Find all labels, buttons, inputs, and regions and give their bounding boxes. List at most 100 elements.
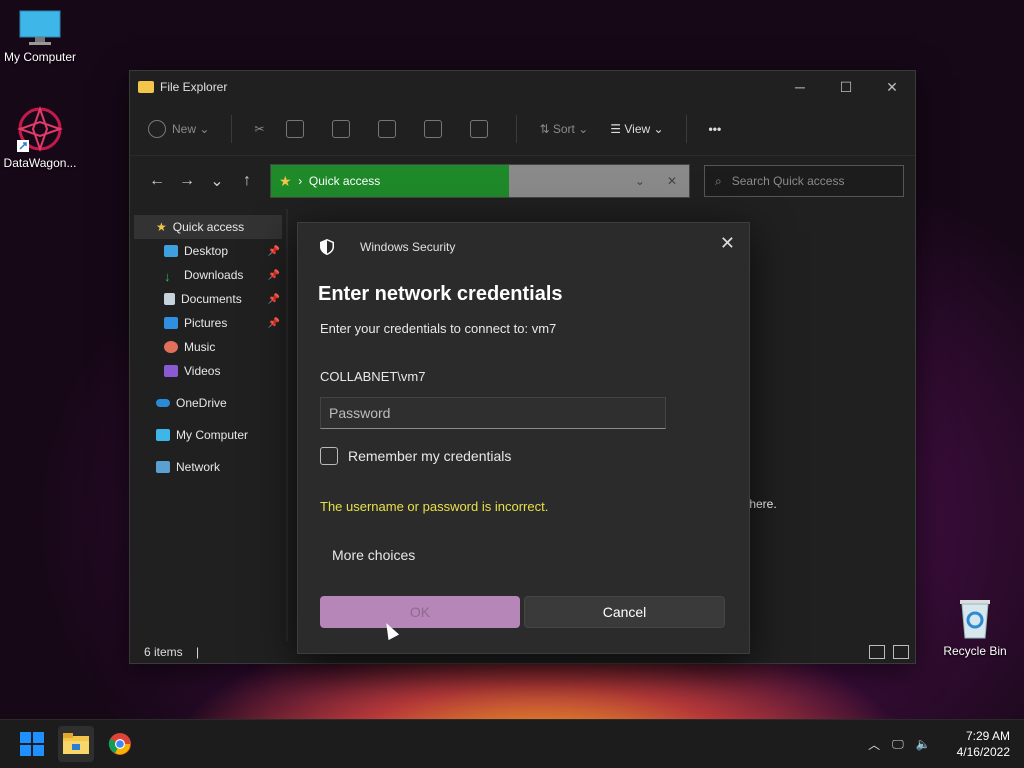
nav-item-music[interactable]: Music: [130, 335, 286, 359]
desktop-icon-recycle-bin[interactable]: Recycle Bin: [935, 598, 1015, 658]
nav-item-network[interactable]: Network: [130, 455, 286, 479]
nav-label: My Computer: [176, 428, 249, 442]
chrome-icon: [108, 733, 131, 755]
pin-icon: 📌: [267, 293, 280, 305]
nav-label: Music: [184, 340, 216, 354]
nav-label: Quick access: [172, 220, 245, 234]
desktop-icon-my-computer[interactable]: My Computer: [0, 10, 80, 64]
desktop-icon-datawagon[interactable]: DataWagon...: [0, 105, 80, 170]
pin-icon: 📌: [267, 245, 280, 257]
network-status-icon[interactable]: 🖵: [892, 737, 904, 752]
pin-icon: 📌: [267, 269, 280, 281]
monitor-icon: [19, 10, 61, 46]
nav-item-videos[interactable]: Videos: [130, 359, 286, 383]
more-options-button[interactable]: •••: [709, 122, 722, 136]
sort-button[interactable]: ⇅ Sort ⌄: [539, 122, 588, 136]
close-window-button[interactable]: ✕: [869, 71, 915, 103]
nav-item-downloads[interactable]: ↓ Downloads 📌: [130, 263, 286, 287]
taskbar: ︿ 🖵 🔈 7:29 AM 4/16/2022: [0, 719, 1024, 768]
navigation-bar: ← → ⌄ ↑ ★ › Quick access ⌄ ✕ ⌕ Search Qu…: [130, 155, 915, 206]
desktop-icon-label: My Computer: [3, 50, 77, 64]
network-icon: [156, 461, 170, 473]
nav-item-pictures[interactable]: Pictures 📌: [130, 311, 286, 335]
username-label: COLLABNET\vm7: [320, 369, 426, 384]
ok-button[interactable]: OK: [320, 596, 520, 628]
shield-icon: [320, 239, 334, 255]
nav-label: Documents: [181, 292, 242, 306]
view-icon: ☰: [610, 122, 625, 136]
share-button[interactable]: [424, 120, 448, 138]
cut-button[interactable]: ✂: [254, 122, 264, 136]
windows-security-dialog: Windows Security ✕ Enter network credent…: [297, 222, 750, 654]
dialog-app-name: Windows Security: [360, 240, 456, 254]
address-dropdown-icon[interactable]: ⌄: [635, 174, 645, 188]
nav-label: Pictures: [184, 316, 228, 330]
monitor-icon: [156, 429, 170, 441]
download-icon: ↓: [164, 269, 171, 284]
view-button[interactable]: ☰ View ⌄: [610, 122, 663, 136]
search-placeholder: Search Quick access: [731, 174, 845, 188]
copy-button[interactable]: [286, 120, 310, 138]
more-options-label: •••: [708, 122, 722, 136]
share-icon: [424, 120, 443, 138]
chevron-up-icon[interactable]: ︿: [868, 736, 880, 753]
more-choices-link[interactable]: More choices: [332, 547, 415, 563]
scissors-icon: ✂: [254, 122, 265, 136]
system-tray: ︿ 🖵 🔈 7:29 AM 4/16/2022: [868, 728, 1010, 760]
search-icon: ⌕: [715, 173, 732, 188]
delete-button[interactable]: [470, 120, 494, 138]
nav-item-documents[interactable]: Documents 📌: [130, 287, 286, 311]
cancel-button[interactable]: Cancel: [524, 596, 725, 628]
trash-icon: [470, 120, 489, 138]
maximize-button[interactable]: ☐: [823, 71, 869, 103]
new-label: New: [172, 122, 197, 136]
star-icon: ★: [279, 172, 292, 189]
taskbar-file-explorer[interactable]: [58, 726, 94, 762]
videos-icon: [164, 365, 178, 377]
tiles-view-icon[interactable]: [893, 645, 909, 659]
up-arrow-icon[interactable]: ↑: [232, 172, 262, 190]
document-icon: [164, 293, 175, 305]
volume-icon[interactable]: 🔈: [916, 737, 931, 751]
back-arrow-icon[interactable]: ←: [142, 172, 172, 190]
folder-icon: [63, 733, 89, 754]
clock-time: 7:29 AM: [965, 729, 1010, 743]
minimize-button[interactable]: ─: [777, 71, 823, 103]
nav-item-desktop[interactable]: Desktop 📌: [130, 239, 286, 263]
breadcrumb-quick-access: Quick access: [308, 174, 381, 188]
close-dialog-button[interactable]: ✕: [720, 233, 735, 254]
recycle-bin-icon: [957, 598, 993, 640]
dialog-subtitle: Enter your credentials to connect to: vm…: [320, 321, 557, 336]
pin-icon: 📌: [267, 317, 280, 329]
datawagon-icon: [16, 105, 64, 153]
remember-checkbox[interactable]: [320, 447, 338, 465]
new-button[interactable]: New ⌄: [148, 120, 209, 138]
password-field[interactable]: [320, 397, 666, 429]
window-title: File Explorer: [160, 80, 228, 94]
details-view-icon[interactable]: [869, 645, 885, 659]
remember-credentials-option[interactable]: Remember my credentials: [320, 447, 511, 465]
search-box[interactable]: ⌕ Search Quick access: [704, 165, 904, 197]
nav-label: Desktop: [184, 244, 229, 258]
recent-chevron-icon[interactable]: ⌄: [202, 171, 232, 191]
nav-label: Videos: [184, 364, 221, 378]
nav-item-quick-access[interactable]: ★ Quick access: [134, 215, 282, 239]
address-clear-icon[interactable]: ✕: [667, 174, 677, 188]
breadcrumb[interactable]: ★ › Quick access: [271, 165, 509, 197]
paste-button[interactable]: [332, 120, 356, 138]
start-button[interactable]: [14, 726, 50, 762]
pictures-icon: [164, 317, 178, 329]
address-bar[interactable]: ★ › Quick access ⌄ ✕: [270, 164, 690, 198]
folder-icon: [138, 81, 154, 93]
nav-item-my-computer[interactable]: My Computer: [130, 423, 286, 447]
nav-item-onedrive[interactable]: OneDrive: [130, 391, 286, 415]
desktop-icon-label: Recycle Bin: [943, 644, 1007, 658]
windows-logo-icon: [20, 732, 44, 756]
taskbar-chrome[interactable]: [102, 726, 138, 762]
forward-arrow-icon[interactable]: →: [172, 172, 202, 190]
nav-label: Downloads: [184, 268, 244, 282]
error-message: The username or password is incorrect.: [320, 499, 549, 514]
rename-icon: [378, 120, 397, 138]
rename-button[interactable]: [378, 120, 402, 138]
clock[interactable]: 7:29 AM 4/16/2022: [957, 728, 1010, 760]
